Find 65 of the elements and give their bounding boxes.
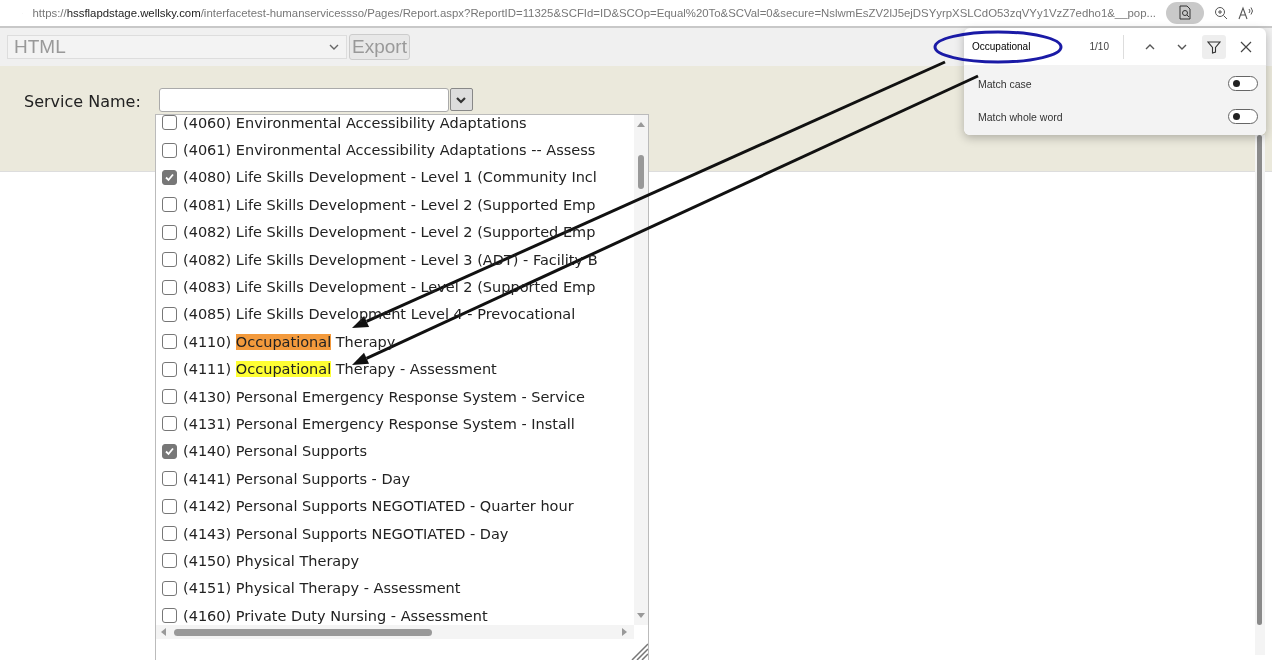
service-name-field[interactable]: [158, 88, 449, 112]
find-on-page-button[interactable]: [1166, 2, 1204, 24]
option-label: (4141) Personal Supports - Day: [183, 470, 411, 487]
checkbox[interactable]: [162, 197, 177, 213]
option-label: (4142) Personal Supports NEGOTIATED - Quarter hour: [183, 498, 574, 515]
option-label: (4140) Personal Supports: [183, 443, 367, 460]
checkbox[interactable]: [162, 498, 177, 514]
option-label: (4131) Personal Emergency Response System - Install: [183, 416, 575, 432]
option-label: (4081) Life Skills Development - Level 2 (Supported Emp: [183, 196, 596, 213]
checkbox[interactable]: [162, 224, 177, 240]
dropdown-button[interactable]: [449, 88, 473, 111]
field-label: Service Name:: [24, 92, 141, 111]
match-count: 1/10: [1089, 41, 1109, 52]
checkbox[interactable]: [162, 526, 177, 542]
triangle-up-icon[interactable]: [637, 121, 645, 127]
triangle-right-icon[interactable]: [622, 628, 628, 636]
address-url[interactable]: https://hssflapdstage.wellsky.com/interfacetest-humanservicessso/Pages/Report.aspx?ReportID=11325&SCFId=ID&SCOp=Equal%20To&SCVal=0&secure=NslwmEsZV2lJ5ejDSYyrpXSLCdO53zqVYy1VzZ7edho1&__pop...: [32, 7, 1156, 19]
checkbox[interactable]: [162, 334, 177, 350]
checkbox[interactable]: [162, 115, 177, 131]
option-label: (4080) Life Skills Development - Level 1 (Community Incl: [183, 169, 597, 186]
find-field[interactable]: Occupational: [972, 39, 1044, 54]
checkbox[interactable]: [162, 553, 177, 569]
checkbox[interactable]: [162, 471, 177, 487]
checkbox[interactable]: [162, 443, 177, 459]
option-label: (4060) Environmental Accessibility Adaptations: [183, 114, 527, 131]
horizontal-scrollbar[interactable]: [156, 625, 634, 639]
checkbox[interactable]: [162, 416, 177, 432]
option-label: (4111) Occupational Therapy - Assessment: [183, 361, 497, 378]
scroll-thumb[interactable]: [174, 629, 432, 636]
checkbox[interactable]: [162, 361, 177, 377]
checkbox[interactable]: [162, 279, 177, 295]
checkbox[interactable]: [162, 169, 177, 185]
check-icon: [164, 445, 175, 457]
check-icon: [164, 171, 175, 183]
option-label: Match whole word: [978, 110, 1063, 123]
checkbox[interactable]: [162, 580, 177, 596]
checkbox[interactable]: [162, 608, 177, 624]
checkbox[interactable]: [162, 252, 177, 268]
triangle-left-icon[interactable]: [160, 628, 166, 636]
checkbox[interactable]: [162, 389, 177, 405]
option-label: (4130) Personal Emergency Response System - Service: [183, 388, 585, 405]
option-label: (4151) Physical Therapy - Assessment: [183, 580, 461, 597]
option-label: (4082) Life Skills Development - Level 2 (Supported Emp: [183, 224, 596, 241]
option-label: (4061) Environmental Accessibility Adaptations -- Assess: [183, 142, 596, 159]
chevron-down-icon: [455, 94, 468, 105]
option-label: (4143) Personal Supports NEGOTIATED - Day: [183, 525, 509, 542]
scroll-thumb[interactable]: [638, 155, 644, 189]
filter-button[interactable]: [1202, 34, 1226, 59]
toggle-switch[interactable]: [1228, 76, 1258, 91]
scroll-thumb[interactable]: [1257, 135, 1262, 625]
close-icon: [1240, 40, 1252, 53]
triangle-down-icon[interactable]: [637, 613, 645, 619]
option-label: Match case: [978, 77, 1032, 90]
page-scrollbar[interactable]: [1255, 135, 1265, 655]
toggle-switch[interactable]: [1228, 109, 1258, 124]
filter-icon: [1207, 39, 1221, 54]
read-aloud-icon[interactable]: [1238, 6, 1254, 20]
find-page-icon: [1177, 5, 1193, 21]
zoom-icon[interactable]: [1214, 6, 1228, 20]
checkbox[interactable]: [162, 306, 177, 322]
checkbox[interactable]: [162, 142, 177, 158]
option-label: (4150) Physical Therapy: [183, 552, 360, 569]
option-label: (4160) Private Duty Nursing - Assessment: [183, 607, 488, 624]
option-label: (4110) Occupational Therapy: [183, 333, 396, 350]
vertical-scrollbar[interactable]: [634, 115, 648, 625]
